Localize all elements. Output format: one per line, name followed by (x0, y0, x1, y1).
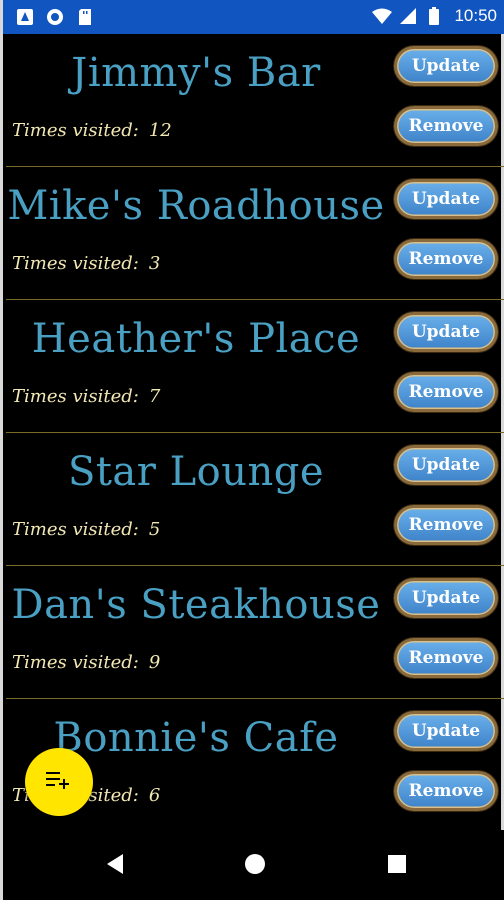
remove-button[interactable]: Remove (394, 372, 498, 412)
bar-name: Mike's Roadhouse (7, 183, 385, 229)
sd-card-icon (75, 7, 95, 27)
visits-count: 6 (148, 785, 161, 806)
visits-label: Times visited: (12, 652, 139, 673)
visits-count: 7 (148, 386, 161, 407)
visits-count: 12 (148, 120, 172, 141)
update-button[interactable]: Update (394, 445, 498, 485)
bar-name: Heather's Place (31, 316, 361, 362)
back-icon (105, 853, 125, 879)
visits-label: Times visited: (12, 519, 139, 540)
sync-icon (45, 7, 65, 27)
visits-label: Times visited: (12, 120, 139, 141)
signal-icon (398, 6, 418, 26)
battery-icon (424, 6, 444, 26)
home-button[interactable] (241, 852, 269, 880)
visits-info: Times visited: 9 (12, 652, 160, 673)
status-bar: 10:50 (3, 0, 504, 34)
list-item: Heather's Place Times visited: 7 Update … (6, 300, 504, 433)
update-button[interactable]: Update (394, 578, 498, 618)
list-item: Mike's Roadhouse Times visited: 3 Update… (6, 167, 504, 300)
recents-button[interactable] (383, 852, 411, 880)
visits-count: 9 (148, 652, 161, 673)
status-time: 10:50 (454, 6, 497, 25)
update-button[interactable]: Update (394, 46, 498, 86)
visits-info: Times visited: 12 (12, 120, 172, 141)
list-item: Jimmy's Bar Times visited: 12 Update Rem… (6, 34, 504, 167)
visits-label: Times visited: (12, 386, 139, 407)
navigation-bar (3, 830, 504, 900)
add-bar-fab[interactable] (25, 748, 93, 816)
playlist-add-icon (46, 770, 72, 794)
remove-button[interactable]: Remove (394, 239, 498, 279)
home-icon (244, 853, 266, 879)
update-button[interactable]: Update (394, 711, 498, 751)
visits-info: Times visited: 3 (12, 253, 160, 274)
bar-list: Jimmy's Bar Times visited: 12 Update Rem… (6, 34, 504, 832)
list-item: Star Lounge Times visited: 5 Update Remo… (6, 433, 504, 566)
app-notification-icon (15, 7, 35, 27)
visits-count: 5 (148, 519, 161, 540)
bar-name: Dan's Steakhouse (11, 582, 381, 628)
back-button[interactable] (101, 852, 129, 880)
remove-button[interactable]: Remove (394, 771, 498, 811)
visits-info: Times visited: 5 (12, 519, 160, 540)
app-screen: 10:50 Jimmy's Bar Times visited: 12 Upda… (0, 0, 504, 900)
update-button[interactable]: Update (394, 312, 498, 352)
list-item: Dan's Steakhouse Times visited: 9 Update… (6, 566, 504, 699)
remove-button[interactable]: Remove (394, 106, 498, 146)
remove-button[interactable]: Remove (394, 638, 498, 678)
bar-name: Star Lounge (67, 449, 325, 495)
wifi-icon (372, 6, 393, 26)
visits-info: Times visited: 7 (12, 386, 160, 407)
bar-name: Jimmy's Bar (71, 50, 321, 96)
visits-count: 3 (148, 253, 161, 274)
remove-button[interactable]: Remove (394, 505, 498, 545)
recents-icon (387, 854, 407, 878)
update-button[interactable]: Update (394, 179, 498, 219)
visits-label: Times visited: (12, 253, 139, 274)
